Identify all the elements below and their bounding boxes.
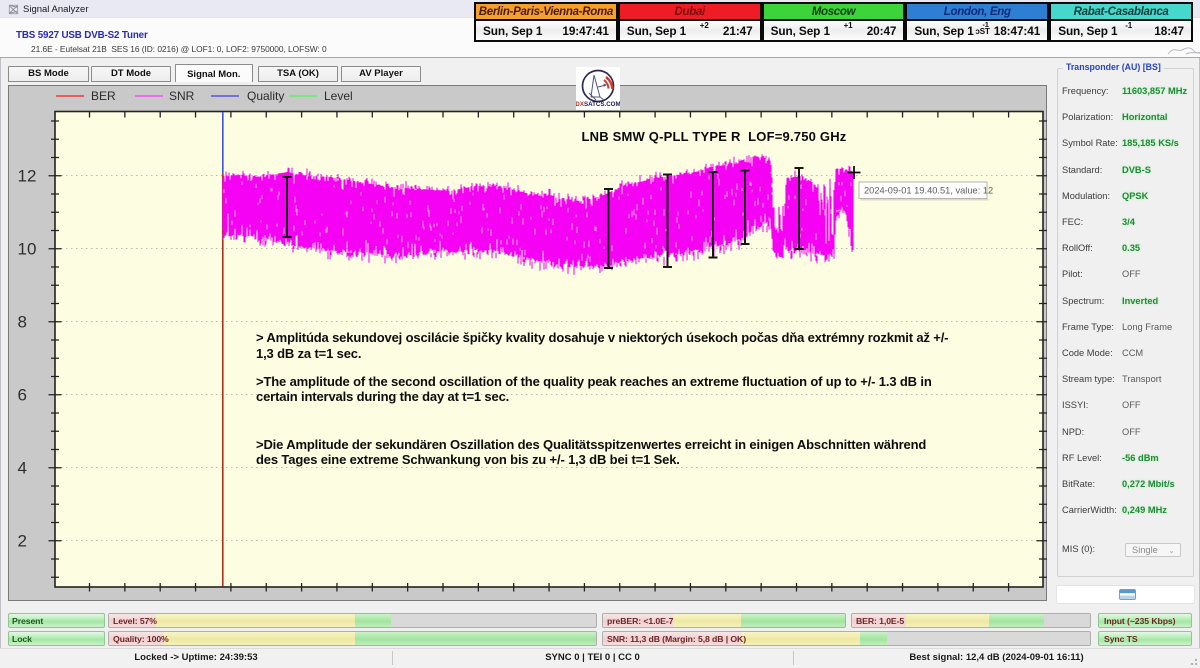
svg-text:6: 6 [18,386,27,405]
svg-text:LNB SMW Q-PLL TYPE R LOF=9.75: LNB SMW Q-PLL TYPE R LOF=9.750 GHz [582,129,847,144]
svg-text:8: 8 [18,313,27,332]
svg-text:10: 10 [18,240,37,259]
svg-text:4: 4 [18,459,27,478]
svg-text:2: 2 [18,532,27,551]
svg-text:12: 12 [18,167,37,186]
svg-text:DXSATCS.COM: DXSATCS.COM [576,101,620,108]
svg-text:2024-09-01 19.40.51, value: 12: 2024-09-01 19.40.51, value: 12 [864,186,993,196]
